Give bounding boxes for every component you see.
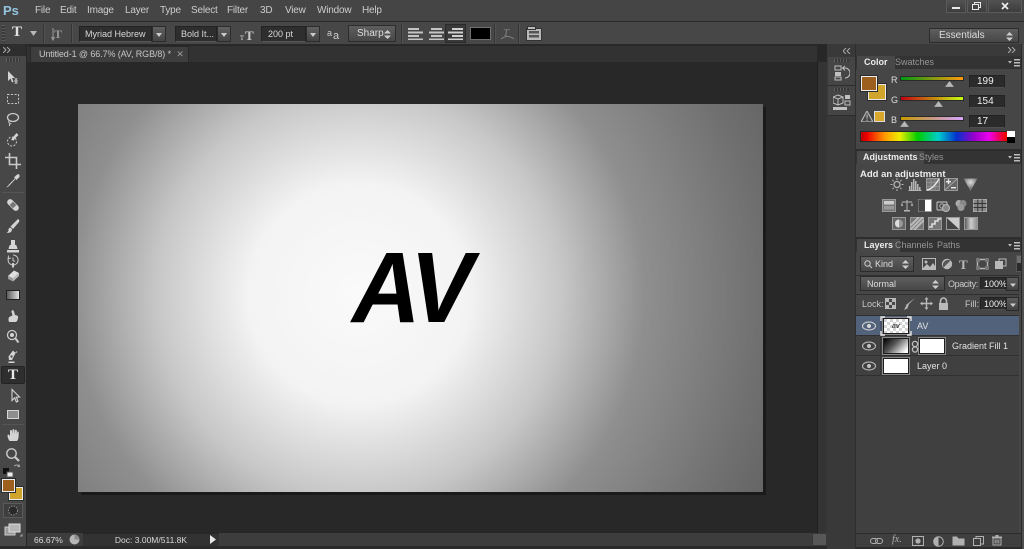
svg-text:T: T: [959, 258, 968, 270]
svg-text:T: T: [54, 27, 62, 41]
svg-text:a: a: [327, 28, 332, 38]
svg-text:т: т: [240, 32, 244, 41]
svg-text:T: T: [245, 28, 254, 41]
svg-text:a: a: [333, 30, 340, 40]
